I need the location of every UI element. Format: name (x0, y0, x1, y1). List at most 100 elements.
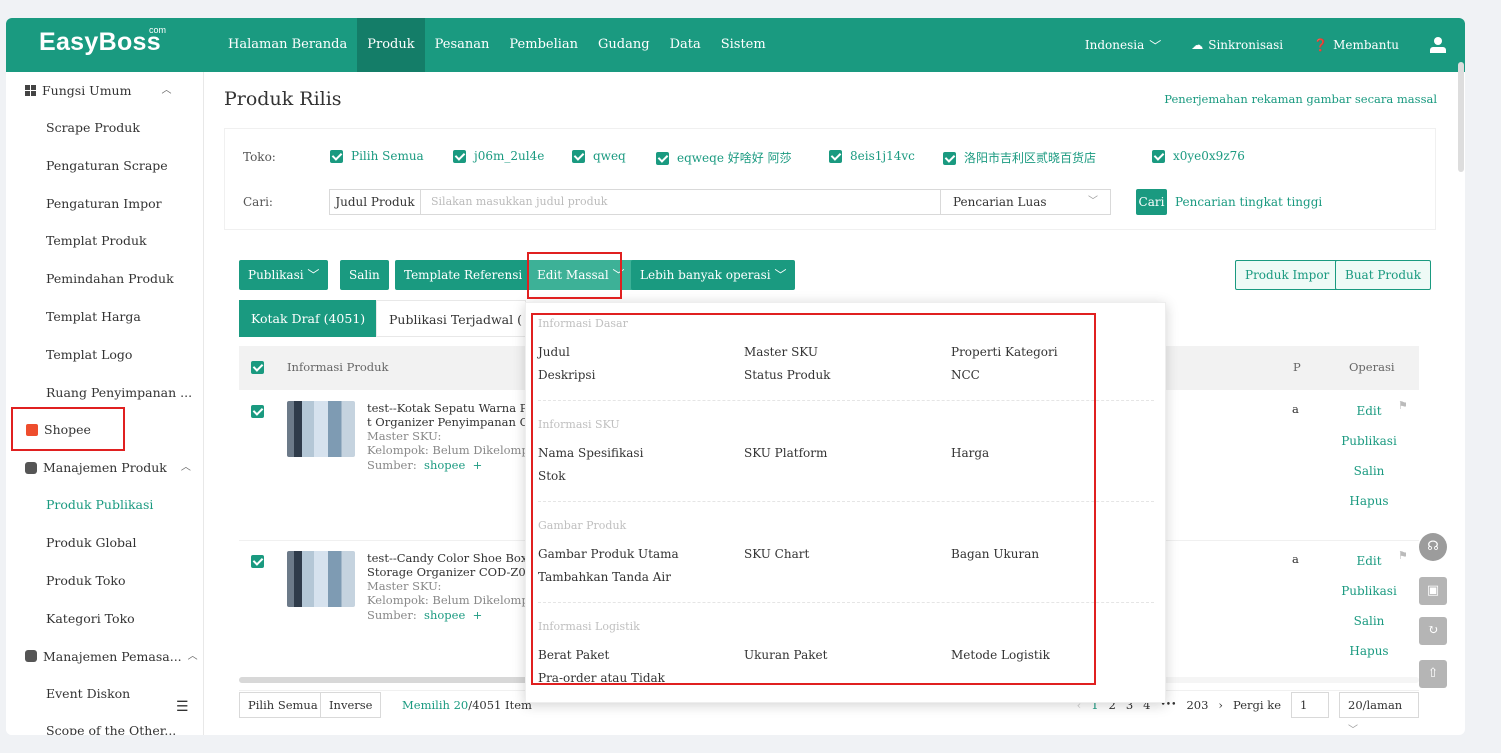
hapus-link[interactable]: Hapus (1339, 636, 1399, 666)
page-last[interactable]: 203 (1186, 698, 1208, 712)
menu-item-ncc[interactable]: NCC (951, 368, 980, 382)
tab-publikasi-terjadwal[interactable]: Publikasi Terjadwal ( (376, 300, 526, 337)
sync-button[interactable]: ☁ Sinkronisasi (1191, 38, 1283, 52)
edit-link[interactable]: Edit (1339, 546, 1399, 576)
menu-item-status-produk[interactable]: Status Produk (744, 368, 830, 382)
tab-kotak-draf[interactable]: Kotak Draf (4051) (239, 300, 378, 337)
search-mode-select[interactable]: Pencarian Luas ﹀ (941, 189, 1111, 215)
menu-item-pra-order[interactable]: Pra-order atau Tidak (538, 671, 665, 685)
product-title-line2[interactable]: t Organizer Penyimpanan COD (367, 416, 527, 429)
publikasi-link[interactable]: Publikasi (1339, 576, 1399, 606)
menu-item-ukuran-paket[interactable]: Ukuran Paket (744, 648, 827, 662)
hapus-link[interactable]: Hapus (1339, 486, 1399, 516)
bulk-translate-link[interactable]: Penerjemahan rekaman gambar secara massa… (1164, 92, 1437, 106)
next-page-icon[interactable]: › (1218, 698, 1223, 712)
more-operations-button[interactable]: Lebih banyak operasi ﹀ (631, 260, 796, 290)
buat-produk-button[interactable]: Buat Produk (1335, 260, 1432, 290)
back-to-top-icon[interactable]: ⇧ (1419, 660, 1447, 688)
publikasi-link[interactable]: Publikasi (1339, 426, 1399, 456)
menu-item-judul[interactable]: Judul (538, 345, 570, 359)
sidebar-item-produk-toko[interactable]: Produk Toko (6, 562, 203, 600)
sidebar-item-pengaturan-impor[interactable]: Pengaturan Impor (6, 185, 203, 223)
salin-link[interactable]: Salin (1339, 606, 1399, 636)
sidebar-item-kategori-toko[interactable]: Kategori Toko (6, 600, 203, 638)
menu-item-berat-paket[interactable]: Berat Paket (538, 648, 609, 662)
sidebar-item-templat-harga[interactable]: Templat Harga (6, 298, 203, 336)
source-link[interactable]: shopee (424, 609, 465, 622)
store-checkbox[interactable]: 8eis1j14vc (829, 149, 915, 163)
store-checkbox[interactable]: x0ye0x9z76 (1152, 149, 1245, 163)
product-thumbnail[interactable] (287, 401, 355, 457)
sidebar-item-templat-logo[interactable]: Templat Logo (6, 336, 203, 374)
menu-item-master-sku[interactable]: Master SKU (744, 345, 818, 359)
inverse-button[interactable]: Inverse (320, 692, 382, 718)
logo[interactable]: EasyBoss (39, 28, 161, 57)
sidebar-item-event-diskon[interactable]: Event Diskon (6, 675, 203, 713)
scrollbar-thumb[interactable] (239, 677, 539, 683)
country-selector[interactable]: Indonesia ﹀ (1085, 37, 1161, 54)
template-referensi-button[interactable]: Template Referensi (395, 260, 532, 290)
product-title-line2[interactable]: Storage Organizer COD-Z077 (367, 566, 527, 579)
menu-item-properti-kategori[interactable]: Properti Kategori (951, 345, 1058, 359)
menu-item-gambar-produk-utama[interactable]: Gambar Produk Utama (538, 547, 679, 561)
add-source-icon[interactable]: + (473, 459, 483, 472)
nav-sistem[interactable]: Sistem (711, 18, 776, 72)
sidebar-item-other[interactable]: Scope of the Other... (6, 712, 203, 735)
advanced-search-link[interactable]: Pencarian tingkat tinggi (1175, 195, 1322, 209)
store-checkbox[interactable]: qweq (572, 149, 626, 163)
sidebar-item-pemindahan-produk[interactable]: Pemindahan Produk (6, 260, 203, 298)
user-icon[interactable] (1429, 36, 1447, 54)
select-all-button[interactable]: Pilih Semua (239, 692, 327, 718)
sidebar-group-manajemen-produk[interactable]: Manajemen Produk ︿ (6, 449, 203, 486)
search-field-select[interactable]: Judul Produk (329, 189, 421, 215)
sidebar-item-pengaturan-scrape[interactable]: Pengaturan Scrape (6, 147, 203, 185)
salin-button[interactable]: Salin (340, 260, 389, 290)
edit-massal-dropdown-button[interactable]: Edit Massal ﹀ (528, 260, 634, 290)
sidebar-item-produk-global[interactable]: Produk Global (6, 524, 203, 562)
search-input[interactable]: Silakan masukkan judul produk (421, 189, 941, 215)
sidebar-item-templat-produk[interactable]: Templat Produk (6, 222, 203, 260)
product-thumbnail[interactable] (287, 551, 355, 607)
sidebar-item-scrape-produk[interactable]: Scrape Produk (6, 109, 203, 147)
menu-collapse-icon[interactable]: ☰ (176, 699, 189, 715)
sidebar-group-manajemen-pemasaran[interactable]: Manajemen Pemasa... ︿ (6, 638, 203, 675)
nav-beranda[interactable]: Halaman Beranda (218, 18, 357, 72)
sidebar-item-produk-publikasi[interactable]: Produk Publikasi (6, 486, 203, 524)
menu-item-metode-logistik[interactable]: Metode Logistik (951, 648, 1050, 662)
source-link[interactable]: shopee (424, 459, 465, 472)
publikasi-dropdown-button[interactable]: Publikasi ﹀ (239, 260, 329, 290)
per-page-select[interactable]: 20/laman ﹀ (1339, 692, 1419, 735)
nav-gudang[interactable]: Gudang (588, 18, 660, 72)
store-checkbox[interactable]: 洛阳市吉利区贰晓百货店 (943, 149, 1096, 166)
product-title-line1[interactable]: test--Kotak Sepatu Warna Pern (367, 402, 527, 415)
nav-pesanan[interactable]: Pesanan (425, 18, 500, 72)
add-source-icon[interactable]: + (473, 609, 483, 622)
refresh-icon[interactable]: ↻ (1419, 617, 1447, 645)
menu-item-sku-platform[interactable]: SKU Platform (744, 446, 827, 460)
nav-pembelian[interactable]: Pembelian (499, 18, 588, 72)
salin-link[interactable]: Salin (1339, 456, 1399, 486)
store-checkbox[interactable]: j06m_2ul4e (453, 149, 544, 163)
menu-item-stok[interactable]: Stok (538, 469, 566, 483)
menu-item-harga[interactable]: Harga (951, 446, 989, 460)
nav-data[interactable]: Data (660, 18, 711, 72)
produk-impor-button[interactable]: Produk Impor (1235, 260, 1340, 290)
headset-icon[interactable]: ☊ (1419, 533, 1447, 561)
store-checkbox-all[interactable]: Pilih Semua (330, 149, 424, 163)
product-title-line1[interactable]: test--Candy Color Shoe Box F (367, 552, 527, 565)
help-button[interactable]: ❓ Membantu (1313, 38, 1399, 52)
menu-item-tambahkan-tanda-air[interactable]: Tambahkan Tanda Air (538, 570, 671, 584)
row-checkbox[interactable] (251, 405, 264, 418)
sidebar-item-shopee[interactable]: Shopee (6, 411, 203, 449)
note-icon[interactable]: ▣ (1419, 577, 1447, 605)
menu-item-deskripsi[interactable]: Deskripsi (538, 368, 595, 382)
store-checkbox[interactable]: eqweqe 好啥好 阿莎 (656, 149, 792, 166)
sidebar-group-fungsi-umum[interactable]: Fungsi Umum ︿ (6, 72, 203, 109)
flag-icon[interactable]: ⚑ (1398, 549, 1408, 562)
search-button[interactable]: Cari (1136, 189, 1167, 215)
flag-icon[interactable]: ⚑ (1398, 399, 1408, 412)
menu-item-nama-spesifikasi[interactable]: Nama Spesifikasi (538, 446, 643, 460)
sidebar-item-ruang-penyimpanan[interactable]: Ruang Penyimpanan ... (6, 374, 203, 412)
select-all-checkbox[interactable] (251, 361, 264, 374)
menu-item-sku-chart[interactable]: SKU Chart (744, 547, 809, 561)
